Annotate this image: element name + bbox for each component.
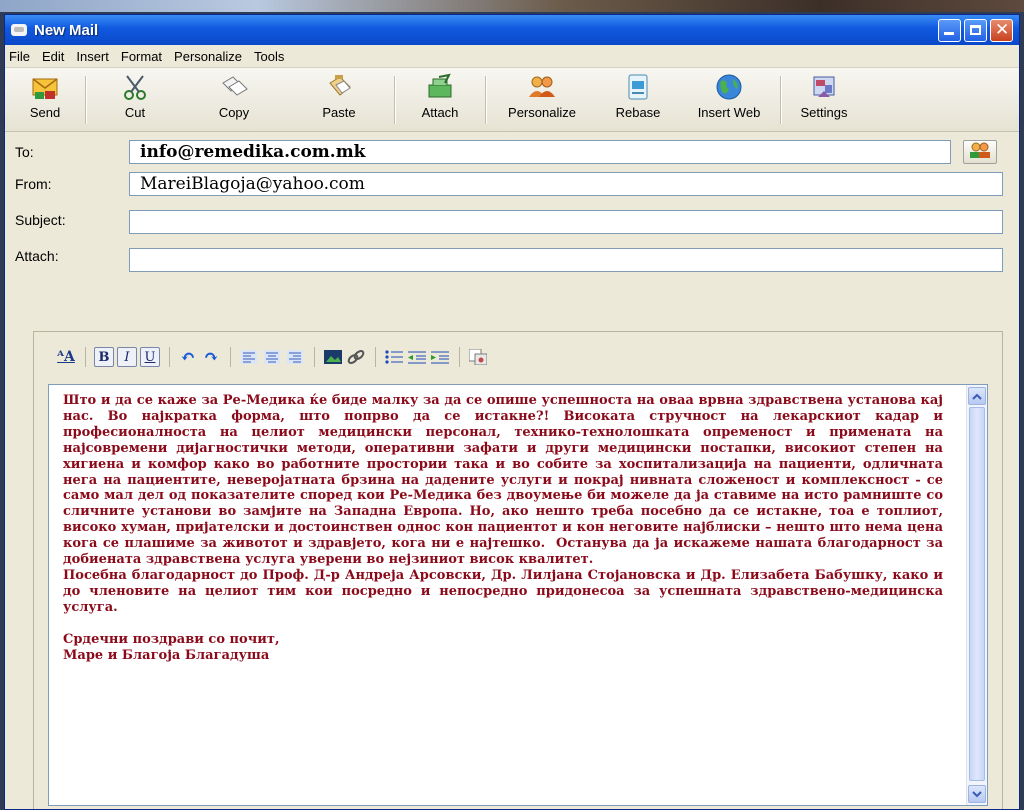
- close-icon: ✕: [995, 19, 1010, 40]
- people-icon: [527, 72, 557, 102]
- chevron-down-icon: [972, 790, 982, 797]
- menu-personalize[interactable]: Personalize: [174, 49, 242, 64]
- cut-label: Cut: [124, 105, 146, 120]
- paste-icon: [324, 72, 354, 102]
- paste-button[interactable]: Paste: [284, 72, 394, 128]
- indent-icon: [431, 351, 449, 364]
- insert-web-button[interactable]: Insert Web: [678, 72, 780, 128]
- bold-button[interactable]: B: [94, 347, 114, 367]
- menu-edit[interactable]: Edit: [42, 49, 64, 64]
- message-editor: ᴬA B I U ↶ ↷ Што и да се каже за Ре-Меди…: [33, 331, 1003, 809]
- maximize-button[interactable]: [964, 18, 987, 42]
- align-center-button[interactable]: [262, 347, 282, 367]
- format-separator: [85, 347, 86, 367]
- send-icon: [30, 72, 60, 102]
- source-view-icon: [469, 349, 487, 365]
- undo-icon: ↶: [180, 346, 196, 368]
- settings-button[interactable]: Settings: [781, 72, 867, 128]
- send-button[interactable]: Send: [5, 72, 85, 128]
- menu-bar: File Edit Insert Format Personalize Tool…: [5, 45, 1019, 68]
- outdent-button[interactable]: [407, 347, 427, 367]
- link-icon: [347, 350, 365, 364]
- bullet-list-icon: [385, 350, 403, 364]
- new-mail-window: New Mail ✕ File Edit Insert Format Perso…: [4, 14, 1020, 810]
- settings-label: Settings: [800, 105, 848, 120]
- format-separator: [375, 347, 376, 367]
- message-body-text: Што и да се каже за Ре-Медика ќе биде ма…: [63, 393, 943, 663]
- align-center-icon: [264, 350, 280, 364]
- menu-file[interactable]: File: [9, 49, 30, 64]
- menu-insert[interactable]: Insert: [76, 49, 109, 64]
- from-field[interactable]: MareiBlagoja@yahoo.com: [129, 172, 1003, 196]
- font-size-icon: ᴬA: [57, 349, 75, 365]
- align-right-button[interactable]: [285, 347, 305, 367]
- paste-label: Paste: [322, 105, 356, 120]
- rebase-label: Rebase: [615, 105, 661, 120]
- insert-image-button[interactable]: [323, 347, 343, 367]
- underline-button[interactable]: U: [140, 347, 160, 367]
- attach-label: Attach:: [15, 248, 59, 264]
- main-toolbar: Send Cut Copy Paste Attach Personalize R…: [5, 68, 1019, 132]
- from-label: From:: [15, 176, 52, 192]
- align-right-icon: [287, 350, 303, 364]
- personalize-label: Personalize: [508, 105, 576, 120]
- message-body-editor[interactable]: Што и да се каже за Ре-Медика ќе биде ма…: [48, 384, 988, 806]
- insert-web-label: Insert Web: [697, 105, 761, 120]
- copy-label: Copy: [218, 105, 250, 120]
- source-view-button[interactable]: [468, 347, 488, 367]
- minimize-button[interactable]: [938, 18, 961, 42]
- attach-button[interactable]: Attach: [395, 72, 485, 128]
- personalize-button[interactable]: Personalize: [486, 72, 598, 128]
- subject-label: Subject:: [15, 212, 66, 228]
- to-label: To:: [15, 144, 34, 160]
- redo-button[interactable]: ↷: [201, 346, 221, 368]
- vertical-scrollbar[interactable]: [966, 385, 987, 805]
- image-icon: [324, 350, 342, 364]
- attach-icon: [425, 72, 455, 102]
- globe-icon: [714, 72, 744, 102]
- header-fields: To: info@remedika.com.mk From: MareiBlag…: [5, 132, 1019, 284]
- scroll-down-button[interactable]: [968, 785, 986, 803]
- to-field[interactable]: info@remedika.com.mk: [129, 140, 951, 164]
- menu-format[interactable]: Format: [121, 49, 162, 64]
- italic-button[interactable]: I: [117, 347, 137, 367]
- desktop-background: [0, 0, 1024, 12]
- scroll-up-button[interactable]: [968, 387, 986, 405]
- address-book-icon: [969, 142, 991, 162]
- send-label: Send: [29, 105, 61, 120]
- insert-link-button[interactable]: [346, 347, 366, 367]
- scissors-icon: [120, 72, 150, 102]
- bullet-list-button[interactable]: [384, 347, 404, 367]
- scroll-thumb[interactable]: [969, 407, 985, 781]
- outdent-icon: [408, 351, 426, 364]
- cut-button[interactable]: Cut: [86, 72, 184, 128]
- copy-icon: [219, 72, 249, 102]
- close-button[interactable]: ✕: [990, 18, 1013, 42]
- format-separator: [459, 347, 460, 367]
- copy-button[interactable]: Copy: [184, 72, 284, 128]
- redo-icon: ↷: [203, 346, 219, 368]
- formatting-toolbar: ᴬA B I U ↶ ↷: [56, 344, 491, 370]
- undo-button[interactable]: ↶: [178, 346, 198, 368]
- settings-icon: [809, 72, 839, 102]
- document-icon: [623, 72, 653, 102]
- indent-button[interactable]: [430, 347, 450, 367]
- menu-tools[interactable]: Tools: [254, 49, 284, 64]
- chevron-up-icon: [972, 393, 982, 400]
- window-title: New Mail: [34, 21, 99, 39]
- rebase-button[interactable]: Rebase: [598, 72, 678, 128]
- address-book-button[interactable]: [963, 140, 997, 164]
- align-left-button[interactable]: [239, 347, 259, 367]
- subject-field[interactable]: [129, 210, 1003, 234]
- mail-app-icon: [11, 24, 27, 36]
- format-separator: [314, 347, 315, 367]
- format-separator: [230, 347, 231, 367]
- title-bar[interactable]: New Mail ✕: [5, 15, 1019, 45]
- attach-field[interactable]: [129, 248, 1003, 272]
- align-left-icon: [241, 350, 257, 364]
- attach-label: Attach: [421, 105, 459, 120]
- format-separator: [169, 347, 170, 367]
- font-size-button[interactable]: ᴬA: [56, 347, 76, 367]
